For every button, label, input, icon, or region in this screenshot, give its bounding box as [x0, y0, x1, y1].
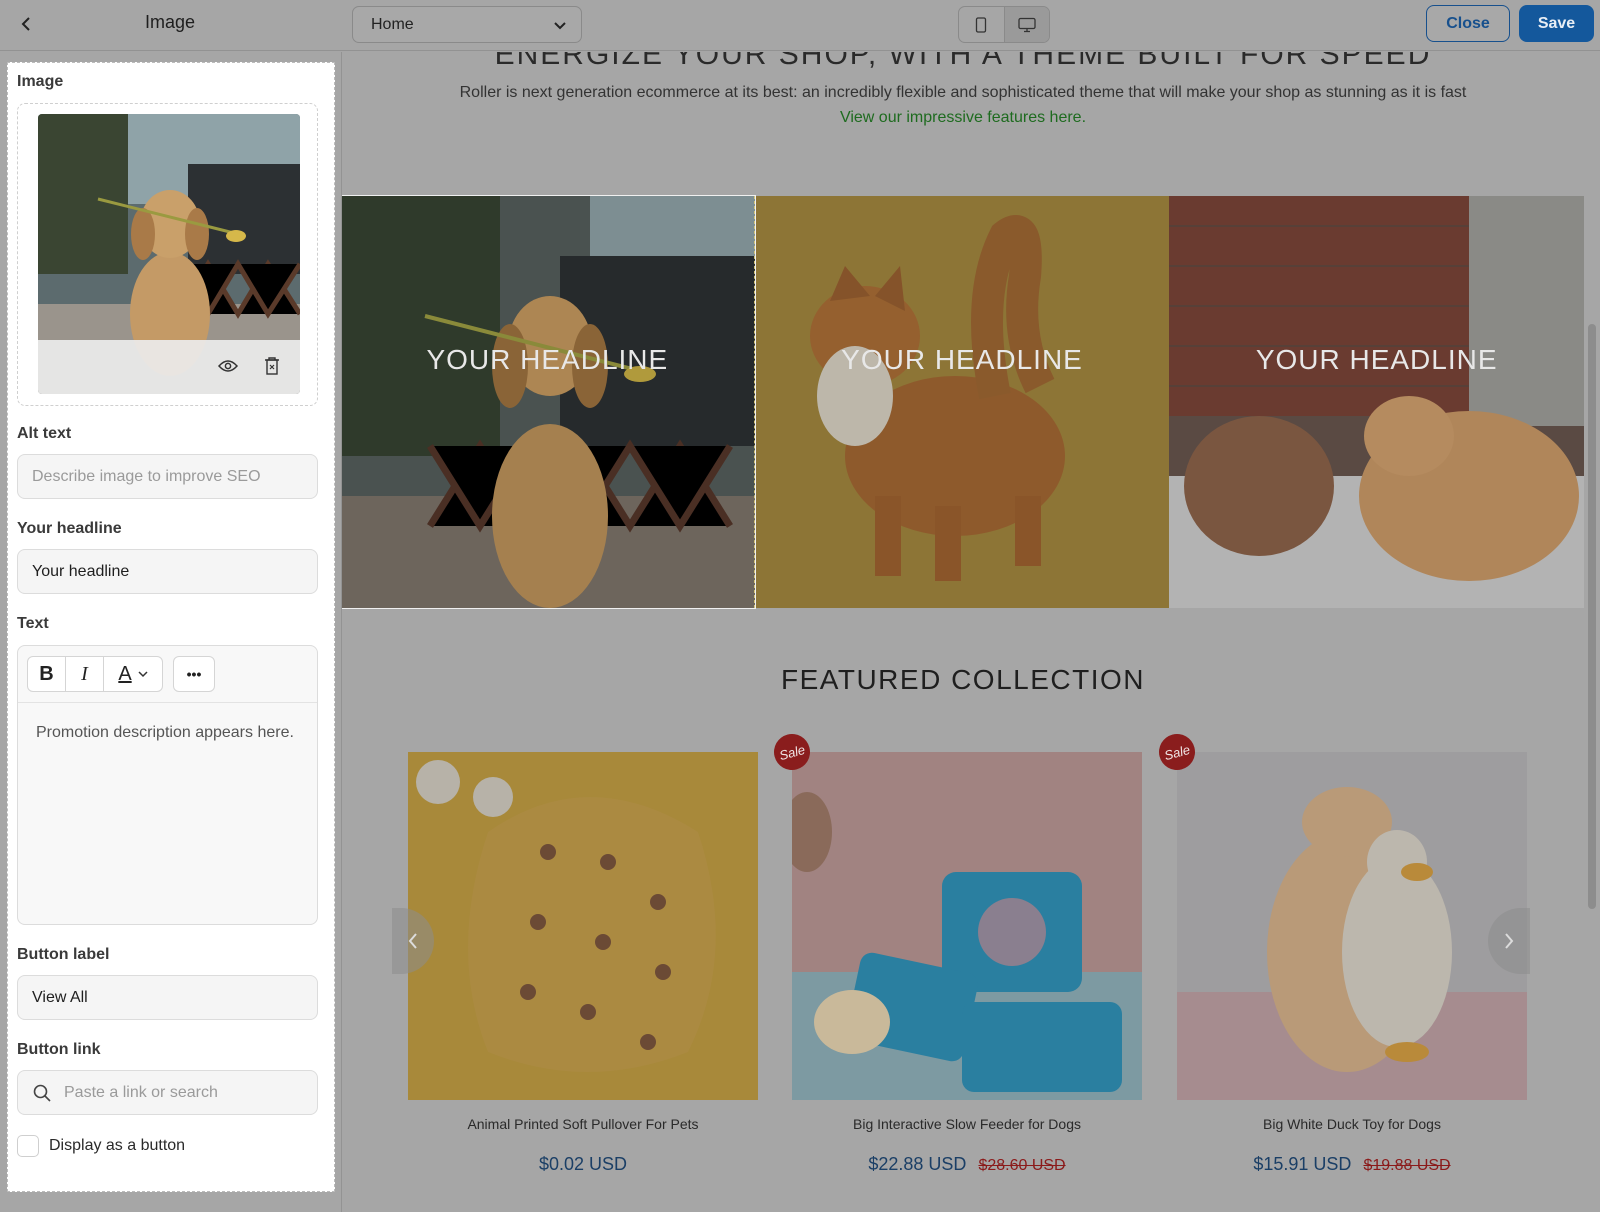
pullover-image — [408, 752, 758, 1100]
display-as-button-checkbox[interactable] — [17, 1135, 39, 1157]
close-button[interactable]: Close — [1426, 5, 1510, 42]
button-link-label: Button link — [17, 1041, 101, 1058]
intro-link[interactable]: View our impressive features here. — [342, 109, 1584, 127]
text-editor-content[interactable]: Promotion description appears here. — [36, 724, 294, 742]
alt-text-input[interactable]: Describe image to improve SEO — [17, 454, 318, 499]
preview-image-button[interactable] — [216, 354, 240, 378]
cat-dog-snow-tile-image — [1169, 196, 1584, 608]
slow-feeder-image — [792, 752, 1142, 1100]
mobile-icon — [976, 16, 987, 33]
eye-icon — [218, 360, 238, 372]
chevron-left-icon — [21, 17, 30, 31]
headline-label: Your headline — [17, 520, 122, 537]
display-as-button-row[interactable]: Display as a button — [17, 1135, 185, 1157]
desktop-view-button[interactable] — [1003, 7, 1049, 42]
old-price: $28.60 USD — [978, 1157, 1066, 1174]
image-thumbnail — [38, 114, 300, 394]
text-color-icon: A — [118, 662, 132, 685]
product-image[interactable] — [792, 752, 1142, 1100]
featured-collection-title: FEATURED COLLECTION — [780, 664, 1146, 695]
product-card[interactable]: Sale Big Interactive Slow Feeder for Dog… — [769, 729, 1142, 1175]
view-toggle — [958, 6, 1050, 43]
back-button[interactable] — [12, 10, 40, 38]
chevron-right-icon — [1505, 933, 1514, 949]
hero-heading: ENERGIZE YOUR SHOP, WITH A THEME BUILT F… — [494, 52, 1432, 71]
product-price: $0.02 USD — [408, 1154, 758, 1175]
thumbnail-actions — [38, 340, 300, 394]
product-image[interactable] — [1177, 752, 1527, 1100]
desktop-icon — [1018, 17, 1036, 32]
delete-icon — [265, 357, 279, 375]
search-icon — [33, 1084, 51, 1102]
image-label: Image — [17, 73, 64, 90]
current-price: $22.88 USD — [868, 1154, 967, 1174]
top-bar: Image Home Close Save — [0, 0, 1600, 51]
image-picker[interactable] — [17, 103, 318, 406]
chevron-left-icon — [408, 933, 417, 949]
display-as-button-label: Display as a button — [49, 1137, 186, 1154]
more-group: ••• — [173, 656, 215, 692]
image-tile-2[interactable]: YOUR HEADLINE — [754, 196, 1170, 608]
current-price: $0.02 USD — [538, 1154, 628, 1174]
settings-panel: Image Alt text Describe image to improve… — [7, 62, 335, 1192]
button-label-input[interactable]: View All — [17, 975, 318, 1020]
format-group: B I A — [27, 656, 163, 692]
image-tile-1[interactable]: YOUR HEADLINE — [342, 195, 756, 609]
alt-text-label: Alt text — [17, 425, 72, 442]
tile-headline: YOUR HEADLINE — [426, 344, 669, 375]
product-image[interactable] — [408, 752, 758, 1100]
button-link-placeholder: Paste a link or search — [64, 1083, 218, 1101]
product-name[interactable]: Animal Printed Soft Pullover For Pets — [408, 1116, 758, 1132]
intro-text: Roller is next generation ecommerce at i… — [459, 84, 1467, 101]
product-price: $15.91 USD $19.88 USD — [1177, 1154, 1527, 1175]
bold-button[interactable]: B — [28, 657, 66, 691]
mobile-view-button[interactable] — [959, 7, 1004, 42]
italic-button[interactable]: I — [66, 657, 104, 691]
product-price: $22.88 USD $28.60 USD — [792, 1154, 1142, 1175]
tile-headline: YOUR HEADLINE — [841, 344, 1083, 375]
product-name[interactable]: Big Interactive Slow Feeder for Dogs — [792, 1116, 1142, 1132]
store-preview: ENERGIZE YOUR SHOP, WITH A THEME BUILT F… — [342, 52, 1584, 1212]
button-label-label: Button label — [17, 946, 110, 963]
scrollbar-thumb[interactable] — [1588, 324, 1596, 909]
button-link-input[interactable]: Paste a link or search — [17, 1070, 318, 1115]
product-card[interactable]: Animal Printed Soft Pullover For Pets $0… — [408, 752, 758, 1175]
image-tile-3[interactable]: YOUR HEADLINE — [1169, 196, 1584, 608]
page-select-value: Home — [371, 15, 414, 33]
panel-title: Image — [145, 12, 196, 32]
duck-toy-image — [1177, 752, 1527, 1100]
more-options-button[interactable]: ••• — [174, 657, 214, 691]
product-card[interactable]: Sale Big White Duck Toy for Dogs $15.91 … — [1154, 729, 1527, 1175]
dog-tile-image — [342, 196, 755, 608]
save-button[interactable]: Save — [1519, 5, 1594, 42]
image-tiles: YOUR HEADLINE YOUR HEADLINE YOUR HEADLIN… — [342, 195, 1584, 609]
chevron-down-icon — [554, 21, 566, 29]
page-select[interactable]: Home — [352, 6, 582, 43]
old-price: $19.88 USD — [1363, 1157, 1451, 1174]
chevron-down-icon — [138, 671, 148, 678]
tile-headline: YOUR HEADLINE — [1255, 344, 1498, 375]
preview-scrollbar[interactable] — [1584, 52, 1600, 1212]
headline-input[interactable]: Your headline — [17, 549, 318, 594]
editor-toolbar: B I A ••• — [18, 646, 317, 703]
current-price: $15.91 USD — [1253, 1154, 1352, 1174]
product-name[interactable]: Big White Duck Toy for Dogs — [1177, 1116, 1527, 1132]
text-editor[interactable]: B I A ••• Promotion description appears … — [17, 645, 318, 925]
text-label: Text — [17, 615, 49, 632]
text-color-button[interactable]: A — [104, 657, 162, 691]
cat-tile-image — [754, 196, 1170, 608]
delete-image-button[interactable] — [260, 354, 284, 378]
